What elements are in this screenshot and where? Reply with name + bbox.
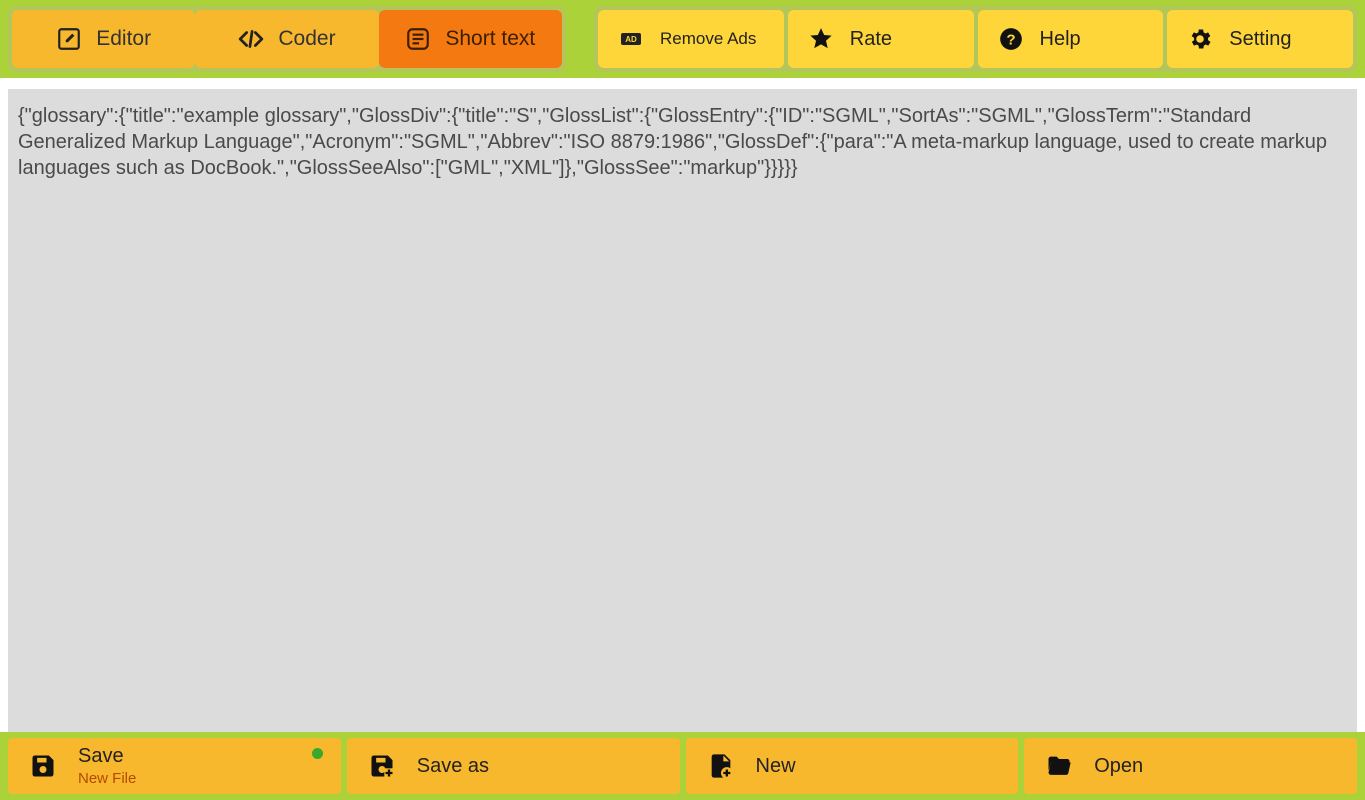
bottom-toolbar: Save New File Save as New <box>0 732 1365 800</box>
save-icon <box>28 751 58 781</box>
text-editor[interactable]: {"glossary":{"title":"example glossary",… <box>8 89 1357 732</box>
tab-short-text[interactable]: Short text <box>379 10 562 68</box>
gear-icon <box>1187 26 1213 52</box>
tab-editor[interactable]: Editor <box>12 10 195 68</box>
help-icon: ? <box>998 26 1024 52</box>
ad-icon: AD <box>618 26 644 52</box>
remove-ads-button[interactable]: AD Remove Ads <box>598 10 784 68</box>
save-as-label: Save as <box>417 755 489 778</box>
util-label: Remove Ads <box>660 30 756 49</box>
save-labels: Save New File <box>78 745 136 787</box>
code-icon <box>238 26 264 52</box>
save-as-icon <box>367 751 397 781</box>
mode-tabs: Editor Coder Short text <box>8 6 566 72</box>
setting-button[interactable]: Setting <box>1167 10 1353 68</box>
save-label: Save <box>78 745 136 768</box>
save-as-button[interactable]: Save as <box>347 738 680 794</box>
tab-label: Short text <box>445 27 535 51</box>
util-label: Help <box>1040 28 1081 50</box>
svg-text:AD: AD <box>625 35 637 44</box>
utility-buttons: AD Remove Ads Rate ? Help <box>594 6 1357 72</box>
star-icon <box>808 26 834 52</box>
tab-label: Coder <box>278 27 335 51</box>
open-label: Open <box>1094 755 1143 778</box>
new-file-icon <box>706 751 736 781</box>
unsaved-indicator-icon <box>312 748 323 759</box>
svg-text:?: ? <box>1006 31 1015 48</box>
help-button[interactable]: ? Help <box>978 10 1164 68</box>
util-label: Rate <box>850 28 892 50</box>
save-sublabel: New File <box>78 770 136 787</box>
save-button[interactable]: Save New File <box>8 738 341 794</box>
edit-icon <box>56 26 82 52</box>
content-area: {"glossary":{"title":"example glossary",… <box>0 78 1365 732</box>
short-text-icon <box>405 26 431 52</box>
new-label: New <box>756 755 796 778</box>
open-folder-icon <box>1044 751 1074 781</box>
util-label: Setting <box>1229 28 1291 50</box>
tab-label: Editor <box>96 27 151 51</box>
rate-button[interactable]: Rate <box>788 10 974 68</box>
open-button[interactable]: Open <box>1024 738 1357 794</box>
top-toolbar: Editor Coder Short text <box>0 0 1365 78</box>
tab-coder[interactable]: Coder <box>195 10 378 68</box>
new-button[interactable]: New <box>686 738 1019 794</box>
